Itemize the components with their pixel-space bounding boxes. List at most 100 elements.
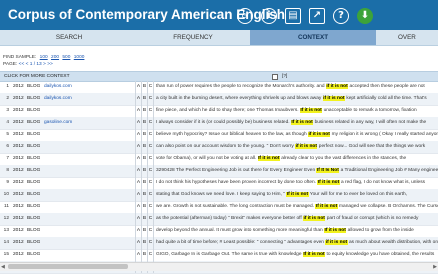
context-right: unacceptable to remark a tomorrow, fixat… <box>322 108 417 113</box>
source-link[interactable] <box>44 213 132 225</box>
keyword-highlight[interactable]: If it is not <box>257 156 280 161</box>
context-left: fine piece, and which he did to shay the… <box>156 108 300 113</box>
genre-cell: BLOG <box>27 180 41 185</box>
source-link[interactable] <box>44 237 132 249</box>
scrollbar-thumb[interactable] <box>8 264 128 269</box>
keyword-highlight[interactable]: if it is not <box>325 240 348 245</box>
col-c-link[interactable]: C <box>147 237 154 249</box>
help-icon[interactable]: ? <box>333 8 349 24</box>
context-cell[interactable]: I always consider if it is (or could pos… <box>156 117 438 129</box>
context-cell[interactable]: a city built in the burning desert, wher… <box>156 93 438 105</box>
source-link[interactable] <box>44 189 132 201</box>
download-icon[interactable]: ⬇ <box>357 8 373 24</box>
context-cell[interactable]: develop beyond the annual. It must grow … <box>156 225 438 237</box>
context-right: business related in any way, I will ofte… <box>313 120 427 125</box>
context-right: allowed to grow from the inside <box>346 228 414 233</box>
context-left: develop beyond the annual. It must grow … <box>156 228 324 233</box>
find-sample-label: FIND SAMPLE: <box>3 55 37 60</box>
keyword-highlight[interactable]: if it is not <box>322 96 345 101</box>
keyword-highlight[interactable]: If it is not <box>302 252 326 257</box>
source-link[interactable]: dailykos.com <box>44 81 132 93</box>
col-c-link[interactable]: C <box>147 213 154 225</box>
keyword-highlight[interactable]: if it is not <box>295 144 318 149</box>
external-link-icon[interactable]: ↗ <box>309 8 325 24</box>
keyword-highlight[interactable]: if it is not <box>325 84 349 89</box>
document-icon[interactable]: ▤ <box>285 8 301 24</box>
sample-link-500[interactable]: 500 <box>62 55 70 60</box>
context-cell[interactable]: than run of power requires the people to… <box>156 81 438 93</box>
context-cell[interactable]: had quite a bit of time before; # Least … <box>156 237 438 249</box>
source-link[interactable] <box>44 153 132 165</box>
tab-search[interactable]: SEARCH <box>0 30 138 45</box>
year-cell: 2012 <box>13 84 24 89</box>
context-help-marker[interactable]: [?] <box>282 72 287 81</box>
source-link[interactable]: dailykos.com <box>44 93 132 105</box>
tab-overview[interactable]: OVER <box>398 30 438 45</box>
col-c-link[interactable]: C <box>147 189 154 201</box>
context-left: I do not think his hypotheses have been … <box>156 180 318 185</box>
context-cell[interactable]: vote for Obama), or will you not be voti… <box>156 153 438 165</box>
keyword-highlight[interactable]: If it is not <box>299 108 323 113</box>
context-cell[interactable]: can also point on our account wisdom to … <box>156 141 438 153</box>
info-icon[interactable]: i <box>261 8 277 24</box>
genre-cell: BLOG <box>27 192 41 197</box>
source-link[interactable] <box>44 105 132 117</box>
context-cell[interactable]: as the potential (afterman) today) " Bre… <box>156 213 438 225</box>
col-c-link[interactable]: C <box>147 225 154 237</box>
source-link[interactable] <box>44 129 132 141</box>
col-c-link[interactable]: C <box>147 105 154 117</box>
source-link[interactable] <box>44 165 132 177</box>
source-link[interactable] <box>44 201 132 213</box>
col-c-link[interactable]: C <box>147 249 154 261</box>
col-c-link[interactable]: C <box>147 93 154 105</box>
col-c-link[interactable]: C <box>147 153 154 165</box>
row-number: 9 <box>6 180 9 185</box>
keyword-highlight[interactable]: If it is not <box>317 180 340 185</box>
row-number: 6 <box>6 144 9 149</box>
keyword-highlight[interactable]: If it is not <box>324 228 347 233</box>
context-cell[interactable]: fine piece, and which he did to shay the… <box>156 105 438 117</box>
context-cell[interactable]: I do not think his hypotheses have been … <box>156 177 438 189</box>
sample-link-1000[interactable]: 1000 <box>74 55 85 60</box>
col-c-link[interactable]: C <box>147 165 154 177</box>
more-context-button[interactable]: CLICK FOR MORE CONTEXT <box>4 72 70 81</box>
sample-link-200[interactable]: 200 <box>51 55 59 60</box>
context-left: had quite a bit of time before; # Least … <box>156 240 326 245</box>
source-link[interactable] <box>44 249 132 261</box>
source-link[interactable] <box>44 225 132 237</box>
genre-cell: BLOG <box>27 168 41 173</box>
col-c-link[interactable]: C <box>147 129 154 141</box>
keyword-highlight[interactable]: if it is not <box>303 216 326 221</box>
row-number: 12 <box>3 216 9 221</box>
keyword-highlight[interactable]: If it is not <box>286 192 309 197</box>
context-cell[interactable]: stating that God knows we need love. I k… <box>156 189 438 201</box>
row-number: 7 <box>6 156 9 161</box>
sample-link-100[interactable]: 100 <box>40 55 48 60</box>
keyword-highlight[interactable]: If it is not <box>315 204 338 209</box>
pager-controls[interactable]: << < 1 / 13 > >> <box>19 62 53 67</box>
col-c-link[interactable]: C <box>147 117 154 129</box>
genre-cell: BLOG <box>27 132 41 137</box>
col-c-link[interactable]: C <box>147 141 154 153</box>
source-link[interactable]: gasoline.com <box>44 117 132 129</box>
col-c-link[interactable]: C <box>147 81 154 93</box>
source-link[interactable] <box>44 141 132 153</box>
context-left: a city built in the burning desert, wher… <box>156 96 323 101</box>
context-cell[interactable]: GIGO, Garbage In is Garbage Out. The sam… <box>156 249 438 261</box>
source-link[interactable] <box>44 177 132 189</box>
row-number: 5 <box>6 132 9 137</box>
col-c-link[interactable]: C <box>147 177 154 189</box>
year-cell: 2012 <box>13 192 24 197</box>
accessibility-icon[interactable]: ♿ <box>237 8 253 24</box>
context-cell[interactable]: 3290428 The Perfect Engineering Job is o… <box>156 165 438 177</box>
col-c-link[interactable]: C <box>147 201 154 213</box>
tab-context[interactable]: CONTEXT <box>250 30 376 45</box>
context-cell[interactable]: we are. Growth is not sustainable. The l… <box>156 201 438 213</box>
keyword-highlight[interactable]: If It Is Not <box>316 168 340 173</box>
keyword-highlight[interactable]: If it is not <box>290 120 314 125</box>
keyword-highlight[interactable]: if it is not <box>308 132 331 137</box>
context-cell[interactable]: believe myth hypocrisy? Issue our biblic… <box>156 129 438 141</box>
select-all-checkbox[interactable] <box>272 74 278 80</box>
genre-cell: BLOG <box>27 120 41 125</box>
tab-frequency[interactable]: FREQUENCY <box>138 30 248 45</box>
